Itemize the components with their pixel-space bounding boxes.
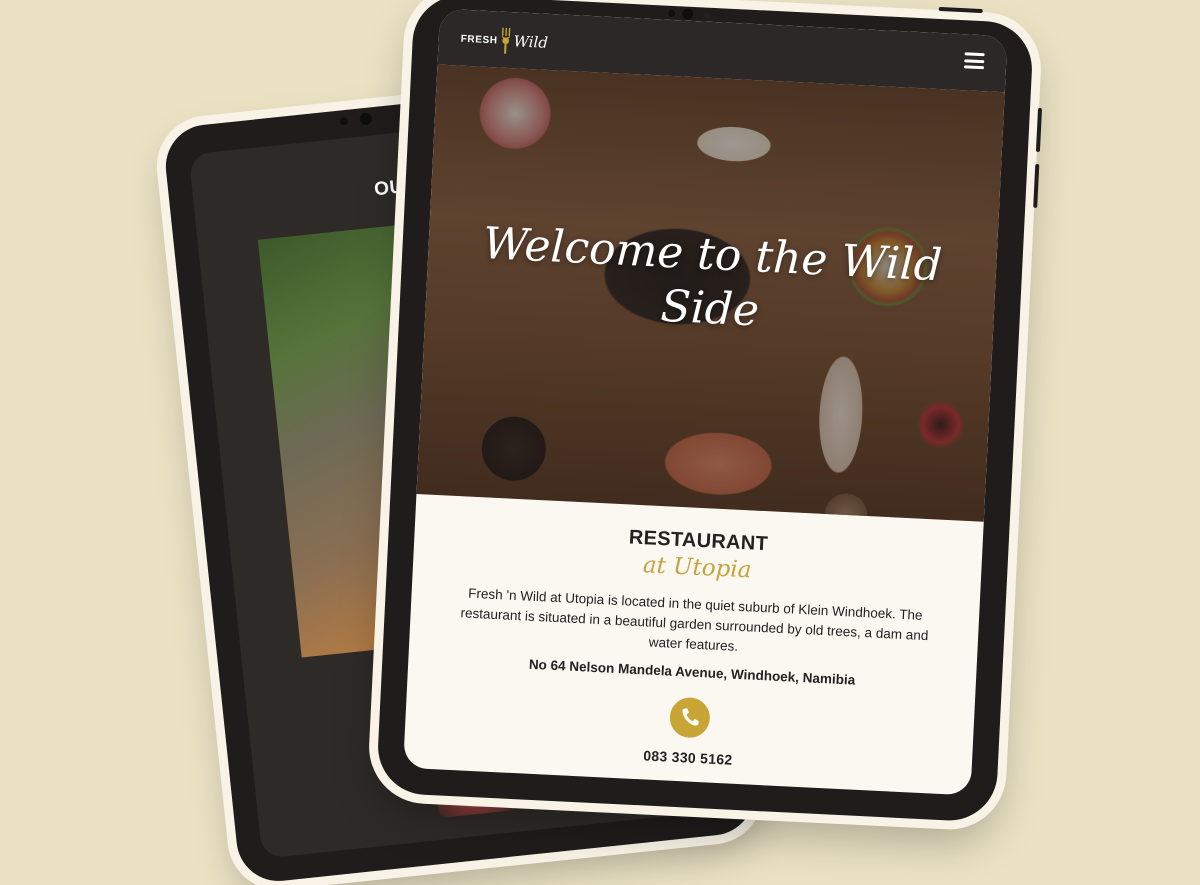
logo-word-fresh: FRESH	[460, 33, 498, 46]
power-button	[938, 6, 983, 14]
hamburger-menu-icon[interactable]	[963, 52, 985, 70]
fork-icon	[500, 27, 511, 54]
front-tablet-sensor	[704, 12, 711, 19]
hero-banner: Welcome to the Wild Side	[416, 64, 1005, 522]
volume-button	[1033, 163, 1040, 208]
phone-number[interactable]: 083 330 5162	[404, 736, 972, 780]
back-tablet-camera	[339, 116, 349, 126]
front-tablet-device: FRESH Wild Welcome to the Wild Side REST…	[375, 0, 1043, 823]
hero-title: Welcome to the Wild Side	[481, 217, 944, 337]
restaurant-info-section: RESTAURANT at Utopia Fresh 'n Wild at Ut…	[403, 494, 984, 795]
site-logo[interactable]: FRESH Wild	[460, 24, 549, 58]
restaurant-description: Fresh 'n Wild at Utopia is located in th…	[460, 585, 929, 654]
front-tablet-screen: FRESH Wild Welcome to the Wild Side REST…	[403, 8, 1008, 796]
back-tablet-camera-lens	[359, 112, 373, 126]
front-tablet-camera	[668, 9, 676, 18]
front-tablet-camera-lens	[681, 8, 694, 20]
phone-icon[interactable]	[668, 696, 711, 739]
volume-button	[1035, 107, 1043, 153]
logo-word-wild: Wild	[513, 32, 549, 52]
